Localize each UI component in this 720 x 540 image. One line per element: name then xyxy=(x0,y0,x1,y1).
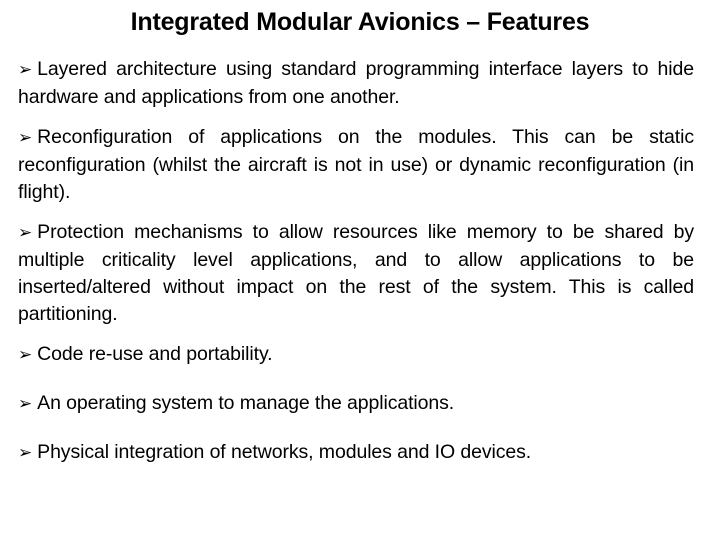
arrow-bullet-icon: ➢ xyxy=(18,443,33,463)
arrow-bullet-icon: ➢ xyxy=(18,60,33,80)
list-item: ➢ Protection mechanisms to allow resource… xyxy=(18,219,694,328)
arrow-bullet-icon: ➢ xyxy=(18,394,33,414)
list-item: ➢ Layered architecture using standard pro… xyxy=(18,56,694,111)
page-title: Integrated Modular Avionics – Features xyxy=(130,8,590,36)
list-item-text: Protection mechanisms to allow resources… xyxy=(18,221,694,325)
list-item: ➢ Code re-use and portability. xyxy=(18,341,694,369)
slide-canvas: Integrated Modular Avionics – Features ➢… xyxy=(0,0,720,540)
arrow-bullet-icon: ➢ xyxy=(18,128,33,148)
list-item-text: Code re-use and portability. xyxy=(37,343,273,365)
list-item: ➢ An operating system to manage the appli… xyxy=(18,390,694,418)
list-item-text: An operating system to manage the applic… xyxy=(37,392,455,414)
list-item: ➢ Physical integration of networks, modul… xyxy=(18,439,694,467)
bullet-list: ➢ Layered architecture using standard pro… xyxy=(18,56,694,467)
arrow-bullet-icon: ➢ xyxy=(18,345,33,365)
arrow-bullet-icon: ➢ xyxy=(18,223,33,243)
list-item-text: Layered architecture using standard prog… xyxy=(18,58,694,108)
list-item-text: Reconfiguration of applications on the m… xyxy=(18,126,694,203)
list-item: ➢ Reconfiguration of applications on the … xyxy=(18,124,694,206)
list-item-text: Physical integration of networks, module… xyxy=(37,441,532,463)
